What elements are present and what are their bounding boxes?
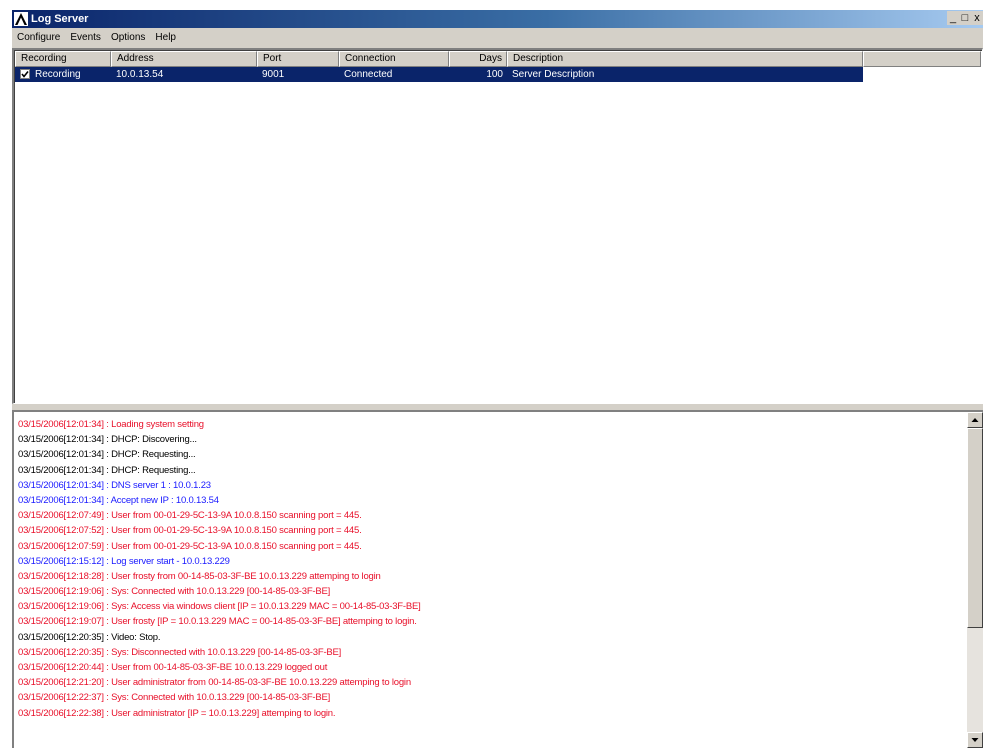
log-line: 03/15/2006[12:01:34] : Loading system se…	[18, 419, 204, 430]
column-header-description[interactable]: Description	[507, 51, 863, 67]
port-cell: 9001	[262, 69, 285, 80]
log-line: 03/15/2006[12:19:06] : Sys: Access via w…	[18, 601, 421, 613]
column-header-filler	[863, 51, 981, 67]
log-line: 03/15/2006[12:01:34] : DHCP: Discovering…	[18, 434, 197, 446]
menu-configure[interactable]: Configure	[12, 28, 65, 48]
column-header-port[interactable]: Port	[257, 51, 339, 67]
window-title: Log Server	[31, 13, 89, 25]
log-line: 03/15/2006[12:07:59] : User from 00-01-2…	[18, 540, 362, 552]
minimize-button[interactable]: _	[947, 11, 959, 25]
log-line: 03/15/2006[12:15:12] : Log server start …	[18, 555, 230, 567]
menu-bar: Configure Events Options Help	[12, 28, 983, 48]
connection-cell: Connected	[344, 69, 393, 80]
log-server-window: Log Server _ □ x Configure Events Option…	[12, 10, 983, 748]
log-line: 03/15/2006[12:01:34] : DHCP: Requesting.…	[18, 464, 196, 476]
log-line: 03/15/2006[12:19:06] : Sys: Connected wi…	[18, 586, 331, 598]
column-header-connection[interactable]: Connection	[339, 51, 449, 67]
log-scrollbar[interactable]	[967, 412, 983, 748]
log-line: 03/15/2006[12:01:34] : DNS server 1 : 10…	[18, 479, 211, 491]
menu-events[interactable]: Events	[65, 28, 106, 48]
scroll-thumb[interactable]	[967, 428, 983, 628]
event-log[interactable]: 03/15/2006[12:01:34] : Loading system se…	[12, 410, 983, 748]
log-line: 03/15/2006[12:18:28] : User frosty from …	[18, 570, 381, 582]
title-bar[interactable]: Log Server _ □ x	[12, 10, 983, 28]
arrow-up-icon	[971, 418, 979, 422]
log-lines: 03/15/2006[12:01:34] : Loading system se…	[18, 417, 958, 721]
close-button[interactable]: x	[971, 11, 983, 25]
address-cell: 10.0.13.54	[116, 69, 164, 80]
log-line: 03/15/2006[12:20:35] : Sys: Disconnected…	[18, 646, 342, 658]
column-header-days[interactable]: Days	[449, 51, 507, 67]
log-line: 03/15/2006[12:07:49] : User from 00-01-2…	[18, 510, 362, 522]
maximize-button[interactable]: □	[959, 11, 971, 25]
description-cell: Server Description	[512, 69, 595, 80]
menu-options[interactable]: Options	[106, 28, 150, 48]
app-logo-icon	[14, 12, 28, 26]
scroll-up-button[interactable]	[967, 412, 983, 428]
server-list[interactable]: Recording Address Port Connection Days D…	[12, 48, 983, 404]
scroll-down-button[interactable]	[967, 732, 983, 748]
days-cell: 100	[486, 69, 503, 80]
menu-help[interactable]: Help	[150, 28, 181, 48]
column-header-address[interactable]: Address	[111, 51, 257, 67]
server-row[interactable]: Recording 10.0.13.54 9001 Connected 100 …	[15, 67, 863, 82]
log-line: 03/15/2006[12:20:44] : User from 00-14-8…	[18, 662, 328, 673]
server-list-header: Recording Address Port Connection Days D…	[15, 51, 981, 67]
recording-label: Recording	[35, 69, 81, 80]
log-line: 03/15/2006[12:22:37] : Sys: Connected wi…	[18, 692, 331, 704]
column-header-recording[interactable]: Recording	[15, 51, 111, 67]
log-line: 03/15/2006[12:19:07] : User frosty [IP =…	[18, 616, 417, 628]
log-line: 03/15/2006[12:20:35] : Video: Stop.	[18, 631, 161, 643]
log-line: 03/15/2006[12:21:20] : User administrato…	[18, 677, 411, 689]
window-controls: _ □ x	[947, 11, 983, 27]
checkmark-icon	[21, 71, 29, 78]
log-line: 03/15/2006[12:22:38] : User administrato…	[18, 707, 336, 719]
log-line: 03/15/2006[12:07:52] : User from 00-01-2…	[18, 525, 362, 537]
recording-cell: Recording	[15, 67, 111, 82]
log-line: 03/15/2006[12:01:34] : Accept new IP : 1…	[18, 494, 219, 506]
log-line: 03/15/2006[12:01:34] : DHCP: Requesting.…	[18, 449, 196, 461]
recording-checkbox[interactable]	[20, 69, 30, 79]
arrow-down-icon	[971, 738, 979, 742]
